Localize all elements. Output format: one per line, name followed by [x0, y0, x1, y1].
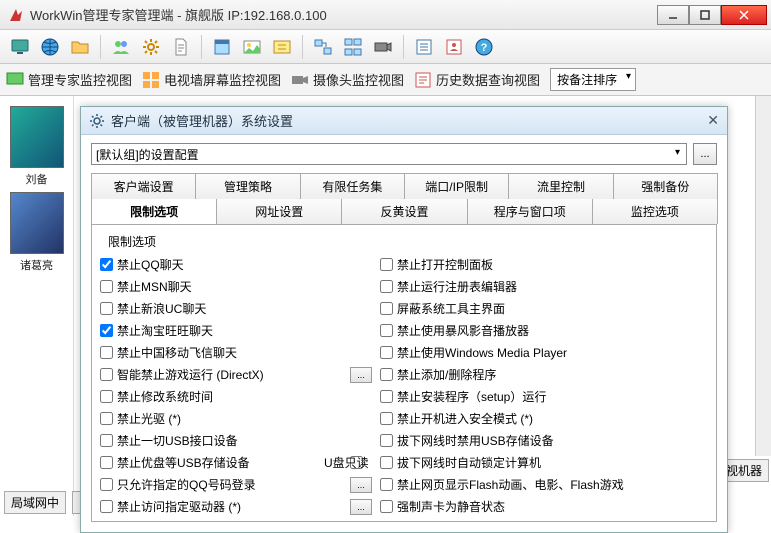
camera-icon[interactable] [369, 33, 397, 61]
tab-force-backup[interactable]: 强制备份 [613, 173, 718, 199]
dialog-titlebar: 客户端（被管理机器）系统设置 ✕ [81, 107, 727, 135]
chk-drives[interactable] [100, 500, 113, 513]
chk-all-usb[interactable] [100, 434, 113, 447]
transfer-icon[interactable] [309, 33, 337, 61]
dialog-title: 客户端（被管理机器）系统设置 [111, 111, 293, 130]
globe-icon[interactable] [36, 33, 64, 61]
chk-regedit[interactable] [380, 280, 393, 293]
client-settings-dialog: 客户端（被管理机器）系统设置 ✕ [默认组]的设置配置 ... 客户端设置 管理… [80, 106, 728, 533]
chk-wangwang[interactable] [100, 324, 113, 337]
chk-nonet-usb[interactable] [380, 434, 393, 447]
window-icon[interactable] [208, 33, 236, 61]
client-thumbnail[interactable]: 刘备 [7, 106, 67, 188]
app-icon [8, 7, 24, 23]
main-toolbar: ? [0, 30, 771, 64]
tab-restrictions[interactable]: 限制选项 [91, 199, 217, 224]
chk-wmp[interactable] [380, 346, 393, 359]
chk-safemode[interactable] [380, 412, 393, 425]
users-icon[interactable] [107, 33, 135, 61]
chk-nonet-lock[interactable] [380, 456, 393, 469]
status-chip[interactable]: 局域网中 [4, 491, 66, 514]
minimize-button[interactable] [657, 5, 689, 25]
group-legend: 限制选项 [104, 233, 160, 250]
tab-limited-tasks[interactable]: 有限任务集 [300, 173, 405, 199]
view-tab-monitor[interactable]: 管理专家监控视图 [6, 70, 132, 89]
monitor-icon[interactable] [6, 33, 34, 61]
chk-addremove[interactable] [380, 368, 393, 381]
view-tab-camera[interactable]: 摄像头监控视图 [291, 70, 404, 89]
folder-icon[interactable] [66, 33, 94, 61]
chk-qq[interactable] [100, 258, 113, 271]
maximize-button[interactable] [689, 5, 721, 25]
chk-msn[interactable] [100, 280, 113, 293]
view-tab-tvwall[interactable]: 电视墙屏幕监控视图 [142, 70, 281, 89]
dialog-close-icon[interactable]: ✕ [707, 112, 719, 129]
config-group-dropdown[interactable]: [默认组]的设置配置 [91, 143, 687, 165]
detail-button[interactable]: ... [350, 477, 372, 493]
chk-mute[interactable] [380, 500, 393, 513]
restrictions-group: 限制选项 禁止QQ聊天 禁止打开控制面板 禁止MSN聊天 禁止运行注册表编辑器 … [91, 224, 717, 522]
picture-icon[interactable] [238, 33, 266, 61]
tab-url-settings[interactable]: 网址设置 [216, 199, 342, 224]
tab-port-ip[interactable]: 端口/IP限制 [404, 173, 509, 199]
chk-systools[interactable] [380, 302, 393, 315]
tab-flow-control[interactable]: 流里控制 [508, 173, 613, 199]
chk-sina-uc[interactable] [100, 302, 113, 315]
contact-icon[interactable] [440, 33, 468, 61]
config-more-button[interactable]: ... [693, 143, 717, 165]
document-icon[interactable] [167, 33, 195, 61]
view-tab-history[interactable]: 历史数据查询视图 [414, 70, 540, 89]
chk-ctrlpanel[interactable] [380, 258, 393, 271]
client-thumbnail[interactable]: 诸葛亮 [7, 192, 67, 274]
chk-flash[interactable] [380, 478, 393, 491]
svg-text:?: ? [481, 42, 488, 54]
tab-manage-policy[interactable]: 管理策略 [195, 173, 300, 199]
chk-usb-storage[interactable] [100, 456, 113, 469]
broadcast-icon[interactable] [339, 33, 367, 61]
chk-fetion[interactable] [100, 346, 113, 359]
window-title: WorkWin管理专家管理端 - 旗舰版 IP:192.168.0.100 [30, 5, 657, 24]
view-tabs: 管理专家监控视图 电视墙屏幕监控视图 摄像头监控视图 历史数据查询视图 按备注排… [0, 64, 771, 96]
close-button[interactable] [721, 5, 767, 25]
tab-client-settings[interactable]: 客户端设置 [91, 173, 196, 199]
sort-dropdown[interactable]: 按备注排序 [550, 68, 636, 91]
chk-systime[interactable] [100, 390, 113, 403]
chk-cdrom[interactable] [100, 412, 113, 425]
thumbnails-panel: 刘备 诸葛亮 [0, 96, 74, 516]
screenshot-icon[interactable] [268, 33, 296, 61]
gear-icon[interactable] [137, 33, 165, 61]
main-titlebar: WorkWin管理专家管理端 - 旗舰版 IP:192.168.0.100 [0, 0, 771, 30]
scrollbar[interactable] [755, 96, 771, 456]
tab-monitor-options[interactable]: 监控选项 [592, 199, 718, 224]
chk-qq-whitelist[interactable] [100, 478, 113, 491]
chk-baofeng[interactable] [380, 324, 393, 337]
detail-button[interactable]: ... [350, 499, 372, 515]
detail-button[interactable]: ... [350, 367, 372, 383]
settings-icon [89, 113, 105, 129]
tab-program-window[interactable]: 程序与窗口项 [467, 199, 593, 224]
chk-directx-games[interactable] [100, 368, 113, 381]
list-icon[interactable] [410, 33, 438, 61]
tab-antiporn[interactable]: 反黄设置 [341, 199, 467, 224]
help-icon[interactable]: ? [470, 33, 498, 61]
chk-setup[interactable] [380, 390, 393, 403]
